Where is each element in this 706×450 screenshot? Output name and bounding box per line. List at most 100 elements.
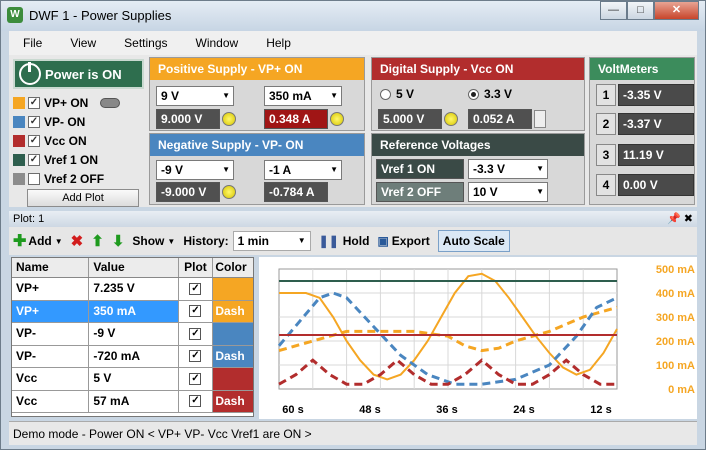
row-color[interactable]: Dash — [213, 300, 253, 322]
table-row[interactable]: VP- -720 mA ✓ Dash — [12, 345, 253, 368]
reference-header: Reference Voltages — [372, 134, 584, 156]
row-value: -9 V — [89, 323, 179, 345]
channel-toggle[interactable] — [100, 98, 121, 108]
x-tick-label: 24 s — [513, 404, 534, 416]
row-value: 57 mA — [89, 390, 179, 412]
menu-file[interactable]: File — [9, 36, 56, 50]
x-tick-label: 12 s — [590, 404, 611, 416]
table-row[interactable]: VP+ 350 mA ✓ Dash — [12, 300, 253, 323]
channel-checkbox[interactable]: ✓ — [28, 116, 40, 128]
plot-checkbox[interactable]: ✓ — [189, 350, 202, 363]
digital-current-indicator — [534, 110, 546, 128]
plot-checkbox[interactable]: ✓ — [189, 372, 202, 385]
channel-color-swatch — [13, 173, 25, 185]
vref1-select[interactable]: -3.3 V ▼ — [468, 159, 548, 179]
negative-voltage-select[interactable]: -9 V ▼ — [156, 160, 234, 180]
row-plot-cell: ✓ — [179, 345, 214, 367]
move-up-button[interactable]: ⬆ — [91, 232, 104, 250]
row-color[interactable] — [213, 278, 253, 300]
column-header-color: Color — [215, 260, 247, 274]
minimize-button[interactable]: — — [600, 1, 627, 20]
pin-icon[interactable]: 📌 — [667, 213, 681, 225]
channel-label: Vcc ON — [44, 134, 87, 148]
chart-svg: 60 s 48 s 36 s 24 s 12 s 500 mA 400 mA 300 mA 20… — [277, 264, 695, 416]
row-color[interactable] — [213, 323, 253, 345]
power-button[interactable]: Power is ON — [13, 59, 144, 89]
status-led-icon — [222, 112, 236, 126]
autoscale-button[interactable]: Auto Scale — [437, 230, 510, 252]
positive-current-select[interactable]: 350 mA ▼ — [264, 86, 342, 106]
hold-label: Hold — [342, 234, 370, 248]
status-led-icon — [222, 185, 236, 199]
channel-checkbox[interactable]: ✓ — [28, 154, 40, 166]
channel-checkbox[interactable]: ✓ — [28, 97, 40, 109]
add-plot-button[interactable]: Add Plot — [27, 189, 139, 207]
table-header: Name Value Plot Color — [12, 258, 253, 278]
plot-tab[interactable]: Plot: 1 📌 ✖ — [9, 211, 697, 227]
channel-checkbox[interactable]: ✓ — [28, 135, 40, 147]
plot-checkbox[interactable]: ✓ — [189, 327, 202, 340]
row-plot-cell: ✓ — [179, 390, 214, 412]
channel-color-swatch — [13, 135, 25, 147]
menu-settings[interactable]: Settings — [110, 36, 181, 50]
row-plot-cell: ✓ — [179, 300, 214, 322]
voltmeter-number: 1 — [596, 84, 616, 106]
plot-tab-icons: 📌 ✖ — [667, 211, 693, 227]
export-button[interactable]: ▣ Export — [377, 234, 429, 248]
window-controls: — □ ✕ — [600, 1, 699, 21]
maximize-button[interactable]: □ — [627, 1, 654, 20]
history-select[interactable]: 1 min ▼ — [232, 231, 311, 251]
menu-view[interactable]: View — [56, 36, 110, 50]
row-color[interactable]: Dash — [213, 390, 253, 412]
digital-5v-radio[interactable] — [380, 89, 391, 100]
menu-help[interactable]: Help — [252, 36, 305, 50]
voltmeter-number: 3 — [596, 144, 616, 166]
y-tick-label: 100 mA — [656, 360, 695, 372]
negative-voltage-value: -9 V — [161, 163, 184, 177]
table-row[interactable]: VP- -9 V ✓ — [12, 323, 253, 346]
table-row[interactable]: Vcc 5 V ✓ — [12, 368, 253, 391]
power-icon — [19, 62, 41, 85]
negative-current-select[interactable]: -1 A ▼ — [264, 160, 342, 180]
row-color[interactable]: Dash — [213, 345, 253, 367]
row-value: 5 V — [89, 368, 179, 390]
show-label: Show — [132, 234, 165, 248]
vref2-select[interactable]: 10 V ▼ — [468, 182, 548, 202]
chevron-down-icon: ▼ — [330, 165, 338, 174]
menu-window[interactable]: Window — [182, 36, 253, 50]
voltmeter-row: 1 -3.35 V — [596, 84, 694, 106]
remove-button[interactable]: ✖ — [71, 232, 84, 250]
chevron-down-icon: ▼ — [297, 236, 306, 245]
x-tick-label: 36 s — [436, 404, 457, 416]
positive-voltage-select[interactable]: 9 V ▼ — [156, 86, 234, 106]
plot-chart[interactable]: 60 s 48 s 36 s 24 s 12 s 500 mA 400 mA 300 mA 20… — [259, 257, 697, 419]
digital-voltage-readout: 5.000 V — [378, 109, 442, 129]
table-row[interactable]: VP+ 7.235 V ✓ — [12, 278, 253, 301]
show-button[interactable]: Show ▼ — [132, 234, 175, 248]
plot-checkbox[interactable]: ✓ — [189, 305, 202, 318]
table-row[interactable]: Vcc 57 mA ✓ Dash — [12, 390, 253, 413]
move-down-button[interactable]: ⬇ — [112, 232, 125, 250]
x-tick-label: 48 s — [359, 404, 380, 416]
row-color[interactable] — [213, 368, 253, 390]
close-button[interactable]: ✕ — [654, 1, 699, 20]
channel-checkbox[interactable] — [28, 173, 40, 185]
plot-checkbox[interactable]: ✓ — [189, 282, 202, 295]
y-tick-label: 300 mA — [656, 312, 695, 324]
row-name: VP- — [12, 323, 90, 345]
digital-3v3-radio[interactable] — [468, 89, 479, 100]
chevron-down-icon: ▼ — [222, 91, 230, 100]
close-icon[interactable]: ✖ — [684, 213, 693, 225]
column-header-name: Name — [12, 258, 90, 277]
vref2-label: Vref 2 OFF — [376, 182, 464, 202]
add-button[interactable]: ✚ Add ▼ — [13, 231, 63, 251]
plot-checkbox[interactable]: ✓ — [189, 395, 202, 408]
positive-supply-header: Positive Supply - VP+ ON — [150, 58, 364, 80]
channel-row-vref1: ✓ Vref 1 ON — [13, 152, 98, 168]
digital-supply-panel: Digital Supply - Vcc ON 5 V 3.3 V 5.000 … — [371, 57, 585, 131]
channel-color-swatch — [13, 154, 25, 166]
column-header-value: Value — [89, 258, 179, 277]
reference-voltages-panel: Reference Voltages Vref 1 ON -3.3 V ▼ Vre… — [371, 133, 585, 205]
hold-button[interactable]: ❚❚ Hold — [319, 234, 370, 248]
positive-supply-panel: Positive Supply - VP+ ON 9 V ▼ 350 mA ▼ 9.… — [149, 57, 365, 131]
